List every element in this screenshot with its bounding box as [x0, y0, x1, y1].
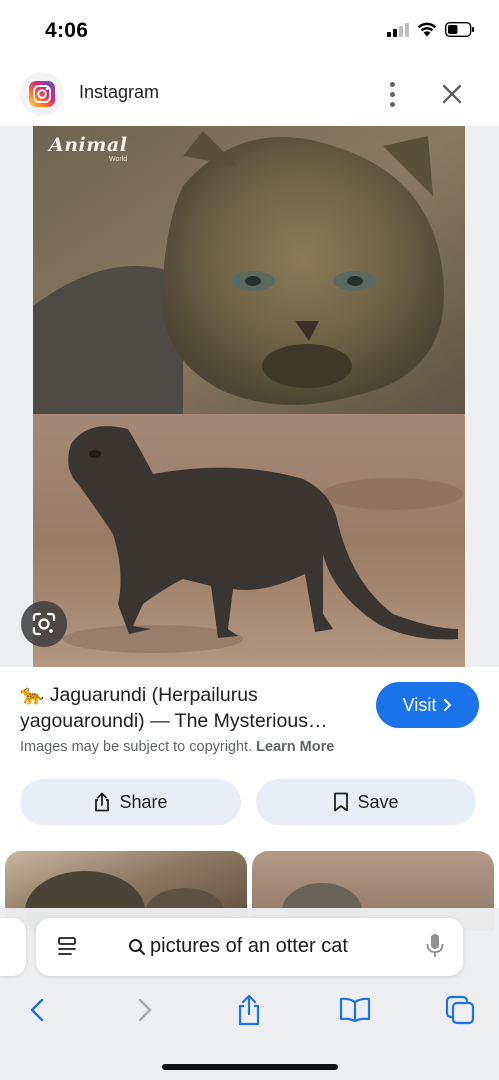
source-header: Instagram [0, 62, 499, 126]
close-icon[interactable] [436, 78, 468, 110]
forward-icon[interactable] [125, 990, 165, 1030]
bookmark-icon [334, 792, 349, 812]
cellular-signal-icon [387, 22, 409, 37]
visit-label: Visit [402, 694, 437, 715]
lens-search-button[interactable] [21, 601, 67, 647]
share-icon [95, 792, 110, 812]
save-label: Save [357, 791, 399, 812]
wifi-icon [417, 22, 437, 37]
lens-icon [32, 612, 56, 636]
more-options-icon[interactable] [378, 78, 406, 110]
result-title-line-2: yagouaroundi) — The Mysterious… [20, 710, 328, 732]
instagram-logo-icon[interactable] [20, 72, 64, 116]
page-menu-icon[interactable] [56, 935, 80, 959]
status-icons [387, 22, 475, 37]
previous-tab-peek[interactable] [0, 918, 26, 976]
share-label: Share [119, 791, 168, 812]
photo-watermark: Animal [49, 134, 128, 156]
browser-bottom-bar: pictures of an otter cat [0, 908, 499, 1080]
url-text: pictures of an otter cat [150, 935, 348, 957]
visit-button[interactable]: Visit [376, 682, 479, 728]
url-display[interactable]: pictures of an otter cat [128, 935, 348, 958]
learn-more-link[interactable]: Learn More [256, 739, 334, 755]
copyright-notice: Images may be subject to copyright. Lear… [20, 739, 334, 755]
back-icon[interactable] [17, 990, 57, 1030]
result-title-line-1: 🐆 Jaguarundi (Herpailurus [20, 684, 258, 706]
jaguarundi-walking-photo [33, 414, 465, 667]
source-title[interactable]: Instagram [79, 82, 159, 103]
browser-toolbar [0, 990, 499, 1030]
search-icon [129, 938, 145, 955]
photo-watermark-sub: World [109, 156, 128, 163]
image-preview-panel[interactable]: Animal World [0, 126, 499, 667]
battery-icon [445, 22, 474, 37]
status-bar: 4:06 [0, 0, 499, 62]
share-button[interactable]: Share [20, 779, 241, 825]
chevron-right-icon [444, 699, 452, 711]
save-button[interactable]: Save [256, 779, 476, 825]
jaguarundi-face-photo: Animal World [33, 126, 465, 414]
result-title[interactable]: 🐆 Jaguarundi (Herpailurus yagouaroundi) … [20, 682, 365, 734]
share-page-icon[interactable] [229, 990, 269, 1030]
copyright-text: Images may be subject to copyright. [20, 739, 253, 755]
tabs-icon[interactable] [440, 990, 480, 1030]
status-time: 4:06 [45, 19, 89, 42]
home-indicator[interactable] [162, 1064, 338, 1070]
address-bar[interactable]: pictures of an otter cat [36, 918, 463, 976]
bookmarks-icon[interactable] [335, 990, 375, 1030]
microphone-icon[interactable] [426, 933, 444, 959]
